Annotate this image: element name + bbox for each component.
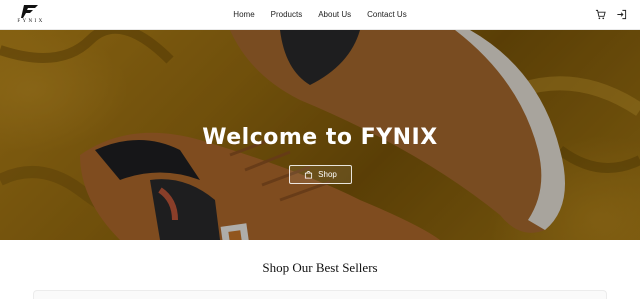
shop-button-label: Shop [318, 170, 337, 179]
nav-link-contact-us[interactable]: Contact Us [367, 10, 407, 19]
login-icon[interactable] [616, 9, 627, 20]
nav-link-about-us[interactable]: About Us [318, 10, 351, 19]
shop-button[interactable]: Shop [289, 165, 352, 184]
cart-icon[interactable] [595, 9, 606, 20]
best-sellers-heading: Shop Our Best Sellers [262, 260, 378, 275]
nav-link-products[interactable]: Products [271, 10, 303, 19]
nav-icons [595, 9, 627, 20]
navbar: FYNIX Home Products About Us Contact Us [0, 0, 640, 30]
hero-banner: Welcome to FYNIX Shop [0, 30, 640, 240]
nav-links: Home Products About Us Contact Us [0, 0, 640, 29]
hero-title: Welcome to FYNIX [202, 125, 438, 150]
nav-link-home[interactable]: Home [233, 10, 254, 19]
shopping-bag-icon [305, 171, 313, 179]
product-card-container [33, 290, 607, 299]
